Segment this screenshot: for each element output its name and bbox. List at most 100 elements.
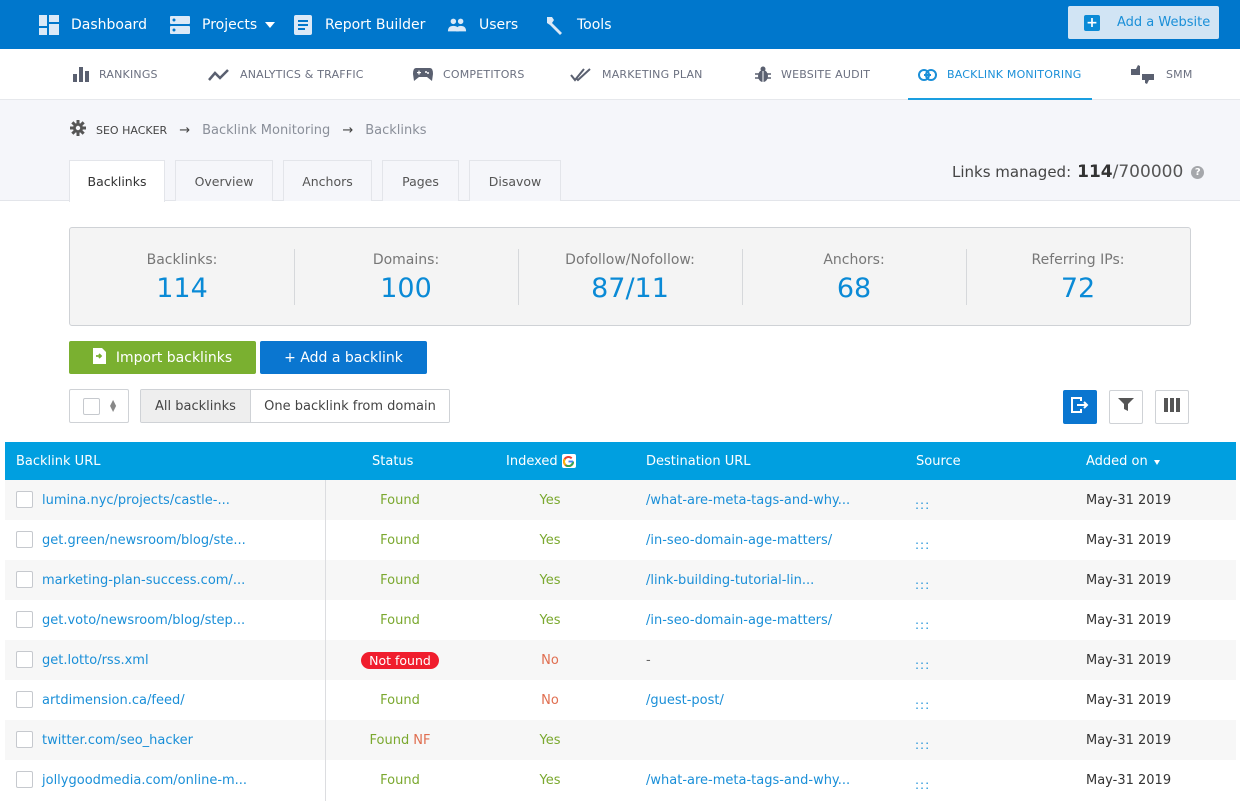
topnav-users-label: Users <box>479 16 519 33</box>
topnav-report-builder[interactable]: Report Builder <box>293 0 425 49</box>
tab-disavow-label: Disavow <box>488 173 542 189</box>
row-checkbox[interactable] <box>16 491 33 508</box>
row-checkbox[interactable] <box>16 771 33 788</box>
topnav-dashboard[interactable]: Dashboard <box>39 0 147 49</box>
filter-button[interactable] <box>1109 390 1143 424</box>
backlink-url-link[interactable]: marketing-plan-success.com/... <box>42 560 245 600</box>
tab-disavow[interactable]: Disavow <box>469 160 561 201</box>
row-checkbox[interactable] <box>16 571 33 588</box>
column-backlink-url[interactable]: Backlink URL <box>16 442 100 480</box>
subnav-marketing-plan[interactable]: MARKETING PLAN <box>570 49 703 100</box>
row-checkbox[interactable] <box>16 731 33 748</box>
subnav-analytics-traffic[interactable]: ANALYTICS & TRAFFIC <box>208 49 364 100</box>
backlink-url-link[interactable]: get.lotto/rss.xml <box>42 640 149 680</box>
source-menu-icon[interactable]: ::: <box>915 600 930 640</box>
row-checkbox[interactable] <box>16 531 33 548</box>
export-icon <box>1071 397 1089 417</box>
stat-value: 114 <box>156 273 208 304</box>
columns-button[interactable] <box>1155 390 1189 424</box>
destination-url-link[interactable]: /what-are-meta-tags-and-why... <box>646 480 850 520</box>
source-menu-icon[interactable]: ::: <box>915 520 930 560</box>
breadcrumb-project[interactable]: SEO HACKER <box>96 124 167 137</box>
status-cell: Found <box>325 760 475 800</box>
topnav-users[interactable]: Users <box>447 0 518 49</box>
add-backlink-button[interactable]: + Add a backlink <box>260 341 427 374</box>
status-found: Found <box>380 532 420 548</box>
column-divider <box>325 480 326 801</box>
stat-domains: Domains: 100 <box>294 228 518 325</box>
wrench-icon <box>545 15 565 35</box>
select-all-dropdown[interactable]: ▲ ▼ <box>69 389 129 423</box>
import-backlinks-button[interactable]: Import backlinks <box>69 341 256 374</box>
tab-overview-label: Overview <box>194 173 254 189</box>
subnav-rankings[interactable]: RANKINGS <box>73 49 158 100</box>
source-menu-icon[interactable]: ::: <box>915 640 930 680</box>
tab-pages[interactable]: Pages <box>382 160 459 201</box>
column-status[interactable]: Status <box>372 442 413 480</box>
column-indexed[interactable]: Indexed <box>506 442 576 480</box>
row-checkbox[interactable] <box>16 611 33 628</box>
stat-anchors: Anchors: 68 <box>742 228 966 325</box>
indexed-cell: Yes <box>539 732 561 748</box>
source-menu-icon[interactable]: ::: <box>915 480 930 520</box>
stats-panel: Backlinks: 114 Domains: 100 Dofollow/Nofol… <box>69 227 1191 326</box>
plus-icon: + <box>1084 14 1100 31</box>
filter-all-backlinks[interactable]: All backlinks <box>141 390 251 422</box>
destination-url-link[interactable]: /what-are-meta-tags-and-why... <box>646 760 850 800</box>
topnav-projects[interactable]: Projects <box>170 0 276 49</box>
breadcrumb-separator: → <box>179 122 191 138</box>
source-menu-icon[interactable]: ::: <box>915 720 930 760</box>
projects-icon <box>170 15 190 35</box>
subnav-backlink-monitoring[interactable]: BACKLINK MONITORING <box>908 49 1092 100</box>
tab-anchors[interactable]: Anchors <box>283 160 372 201</box>
destination-url-link[interactable]: /link-building-tutorial-lin... <box>646 560 814 600</box>
link-icon <box>918 68 937 81</box>
table-row: jollygoodmedia.com/online-m... Found Yes/w… <box>5 760 1236 800</box>
select-all-checkbox[interactable] <box>83 397 100 415</box>
tab-overview[interactable]: Overview <box>175 160 273 201</box>
chevron-down-icon <box>265 21 276 28</box>
backlink-url-link[interactable]: twitter.com/seo_hacker <box>42 720 193 760</box>
column-destination-url[interactable]: Destination URL <box>646 442 751 480</box>
backlink-url-link[interactable]: lumina.nyc/projects/castle-... <box>42 480 230 520</box>
subnav-competitors[interactable]: COMPETITORS <box>413 49 525 100</box>
table-row: get.voto/newsroom/blog/step... Found Yes/i… <box>5 600 1236 640</box>
status-cell: Found <box>325 560 475 600</box>
add-website-button[interactable]: + Add a Website <box>1068 6 1219 39</box>
help-icon[interactable]: ? <box>1191 165 1205 179</box>
status-cell: Found NF <box>325 720 475 760</box>
backlink-url-link[interactable]: jollygoodmedia.com/online-m... <box>42 760 247 800</box>
destination-url-link[interactable]: /guest-post/ <box>646 680 724 720</box>
subnav-smm[interactable]: SMM <box>1130 49 1193 100</box>
destination-url-link[interactable]: /in-seo-domain-age-matters/ <box>646 520 832 560</box>
destination-url-link: - <box>646 652 651 668</box>
column-added-on[interactable]: Added on <box>1086 442 1160 480</box>
links-managed-total: /700000 <box>1112 162 1184 182</box>
source-menu-icon[interactable]: ::: <box>915 680 930 720</box>
gear-icon[interactable] <box>70 120 86 140</box>
row-checkbox[interactable] <box>16 691 33 708</box>
breadcrumb-section[interactable]: Backlink Monitoring <box>202 123 330 138</box>
google-icon <box>561 454 576 468</box>
users-icon <box>447 15 467 35</box>
status-found: Found <box>380 772 420 788</box>
dashboard-icon <box>39 14 59 35</box>
source-menu-icon[interactable]: ::: <box>915 760 930 800</box>
filter-one-per-domain[interactable]: One backlink from domain <box>251 390 449 422</box>
added-on-date: May-31 2019 <box>1086 572 1172 588</box>
table-row: artdimension.ca/feed/Found No/guest-post/… <box>5 680 1236 720</box>
row-checkbox[interactable] <box>16 651 33 668</box>
backlink-url-link[interactable]: get.voto/newsroom/blog/step... <box>42 600 245 640</box>
gamepad-icon <box>413 67 433 82</box>
topnav-tools[interactable]: Tools <box>545 0 612 49</box>
export-button[interactable] <box>1063 390 1097 424</box>
tab-backlinks[interactable]: Backlinks <box>69 160 165 202</box>
backlink-url-link[interactable]: artdimension.ca/feed/ <box>42 680 185 720</box>
stat-referring-ips: Referring IPs: 72 <box>966 228 1190 325</box>
subnav-website-audit[interactable]: WEBSITE AUDIT <box>755 49 870 100</box>
destination-url-link[interactable]: /in-seo-domain-age-matters/ <box>646 600 832 640</box>
added-on-date: May-31 2019 <box>1086 732 1172 748</box>
source-menu-icon[interactable]: ::: <box>915 560 930 600</box>
backlink-url-link[interactable]: get.green/newsroom/blog/ste... <box>42 520 246 560</box>
column-source[interactable]: Source <box>916 442 961 480</box>
